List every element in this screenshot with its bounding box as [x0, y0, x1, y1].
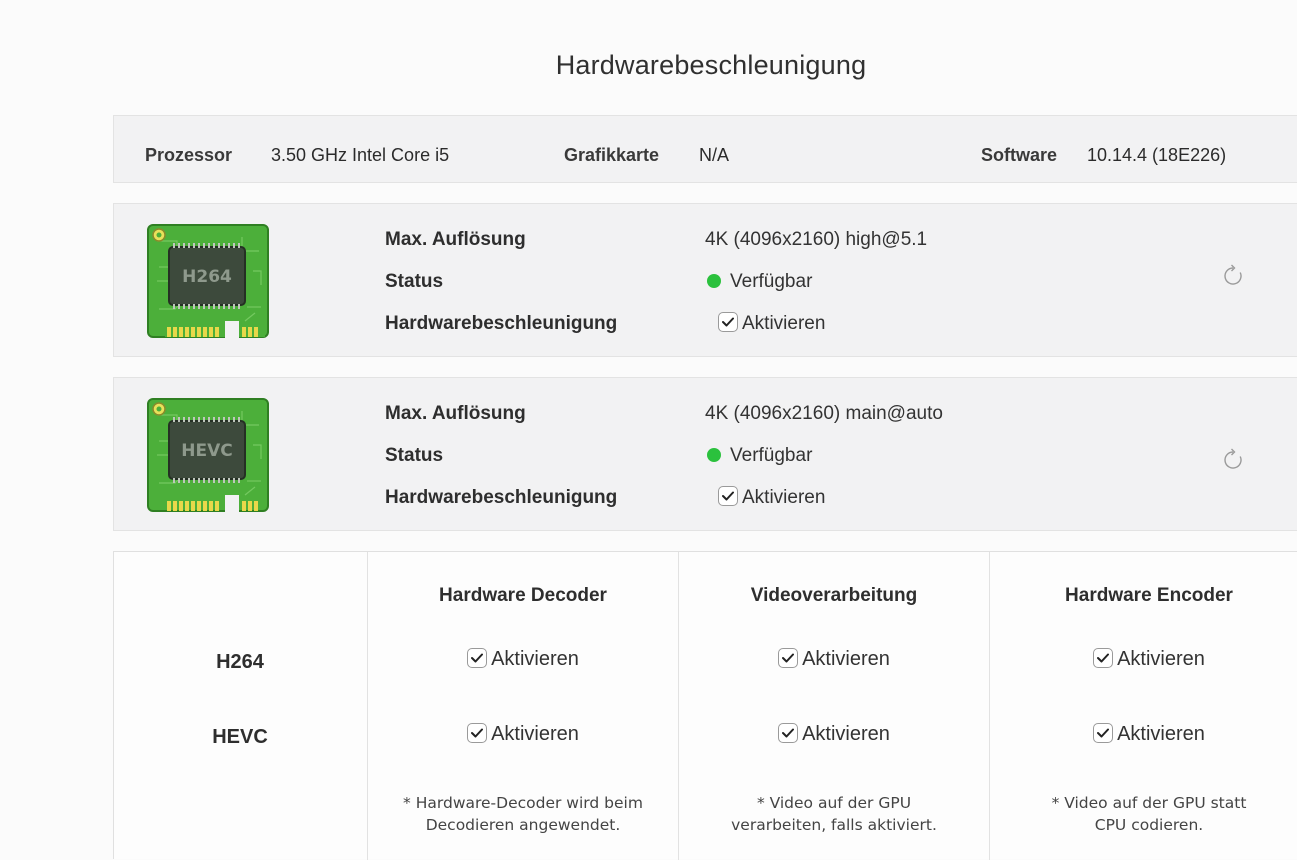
- hw-accel-label: Hardwarebeschleunigung: [385, 487, 618, 508]
- checkbox-checked-icon[interactable]: [1093, 723, 1114, 743]
- codec-panel-hevc: HEVC Max. Auflösung 4K (4096x2160) main@…: [113, 377, 1297, 531]
- checkbox-label: Aktivieren: [802, 723, 890, 745]
- refresh-icon[interactable]: [1221, 264, 1245, 288]
- status-dot-icon: [707, 448, 721, 462]
- checkbox-label: Aktivieren: [742, 487, 826, 508]
- hw-accel-checkbox[interactable]: Aktivieren: [718, 486, 825, 509]
- h264-decoder-checkbox[interactable]: Aktivieren: [368, 648, 678, 671]
- codec-panel-h264: H264 Max. Auflösung 4K (4096x2160) high@…: [113, 203, 1297, 357]
- checkbox-label: Aktivieren: [1117, 648, 1205, 670]
- h264-encoder-checkbox[interactable]: Aktivieren: [990, 648, 1297, 671]
- column-header-hardware-decoder: Hardware Decoder: [439, 585, 607, 606]
- note-line: CPU codieren.: [1094, 816, 1204, 834]
- hevc-decoder-checkbox[interactable]: Aktivieren: [368, 723, 678, 746]
- status-value: Verfügbar: [705, 271, 812, 293]
- processor-value: 3.50 GHz Intel Core i5: [271, 145, 450, 165]
- checkbox-checked-icon[interactable]: [718, 312, 738, 332]
- hw-accel-checkbox[interactable]: Aktivieren: [718, 312, 825, 335]
- status-text: Verfügbar: [730, 271, 813, 292]
- chip-label: H264: [182, 267, 232, 287]
- note-line: verarbeiten, falls aktiviert.: [731, 816, 937, 834]
- hevc-processing-checkbox[interactable]: Aktivieren: [679, 723, 989, 746]
- refresh-icon[interactable]: [1221, 448, 1245, 472]
- chip-icon: HEVC: [147, 398, 269, 513]
- row-header-hevc: HEVC: [212, 726, 268, 748]
- note-line: * Video auf der GPU statt: [1051, 794, 1247, 812]
- status-label: Status: [385, 445, 444, 466]
- hw-accel-label: Hardwarebeschleunigung: [385, 313, 618, 334]
- h264-processing-checkbox[interactable]: Aktivieren: [679, 648, 989, 671]
- status-value: Verfügbar: [705, 445, 812, 467]
- checkbox-label: Aktivieren: [491, 723, 579, 745]
- note-line: * Hardware-Decoder wird beim: [403, 794, 643, 812]
- processor-label: Prozessor: [145, 145, 233, 165]
- checkbox-checked-icon[interactable]: [778, 648, 799, 668]
- system-info-bar: Prozessor 3.50 GHz Intel Core i5 Grafikk…: [113, 115, 1297, 183]
- column-header-video-processing: Videoverarbeitung: [750, 585, 918, 606]
- chip-label: HEVC: [181, 441, 232, 461]
- checkbox-label: Aktivieren: [802, 648, 890, 670]
- checkbox-label: Aktivieren: [742, 313, 826, 334]
- checkbox-checked-icon[interactable]: [467, 723, 488, 743]
- checkbox-label: Aktivieren: [491, 648, 579, 670]
- gpu-label: Grafikkarte: [564, 145, 660, 165]
- checkbox-checked-icon[interactable]: [467, 648, 488, 668]
- gpu-value: N/A: [699, 145, 730, 165]
- note-line: Decodieren angewendet.: [425, 816, 621, 834]
- status-label: Status: [385, 271, 444, 292]
- max-resolution-label: Max. Auflösung: [385, 403, 526, 424]
- status-dot-icon: [707, 274, 721, 288]
- max-resolution-label: Max. Auflösung: [385, 229, 526, 250]
- page-title: Hardwarebeschleunigung: [555, 50, 867, 80]
- status-text: Verfügbar: [730, 445, 813, 466]
- max-resolution-value: 4K (4096x2160) main@auto: [705, 403, 943, 424]
- decoder-note: * Hardware-Decoder wird beim Decodieren a…: [368, 792, 678, 836]
- codec-feature-matrix: Hardware Decoder Videoverarbeitung Hardw…: [113, 551, 1297, 860]
- checkbox-label: Aktivieren: [1117, 723, 1205, 745]
- software-label: Software: [981, 145, 1058, 165]
- checkbox-checked-icon[interactable]: [778, 723, 799, 743]
- checkbox-checked-icon[interactable]: [718, 486, 738, 506]
- chip-icon: H264: [147, 224, 269, 339]
- column-header-hardware-encoder: Hardware Encoder: [1065, 585, 1233, 606]
- row-header-h264: H264: [216, 651, 264, 673]
- encoder-note: * Video auf der GPU statt CPU codieren.: [990, 792, 1297, 836]
- checkbox-checked-icon[interactable]: [1093, 648, 1114, 668]
- software-value: 10.14.4 (18E226): [1087, 145, 1227, 165]
- note-line: * Video auf der GPU: [756, 794, 912, 812]
- processing-note: * Video auf der GPU verarbeiten, falls ak…: [679, 792, 989, 836]
- max-resolution-value: 4K (4096x2160) high@5.1: [705, 229, 928, 250]
- hevc-encoder-checkbox[interactable]: Aktivieren: [990, 723, 1297, 746]
